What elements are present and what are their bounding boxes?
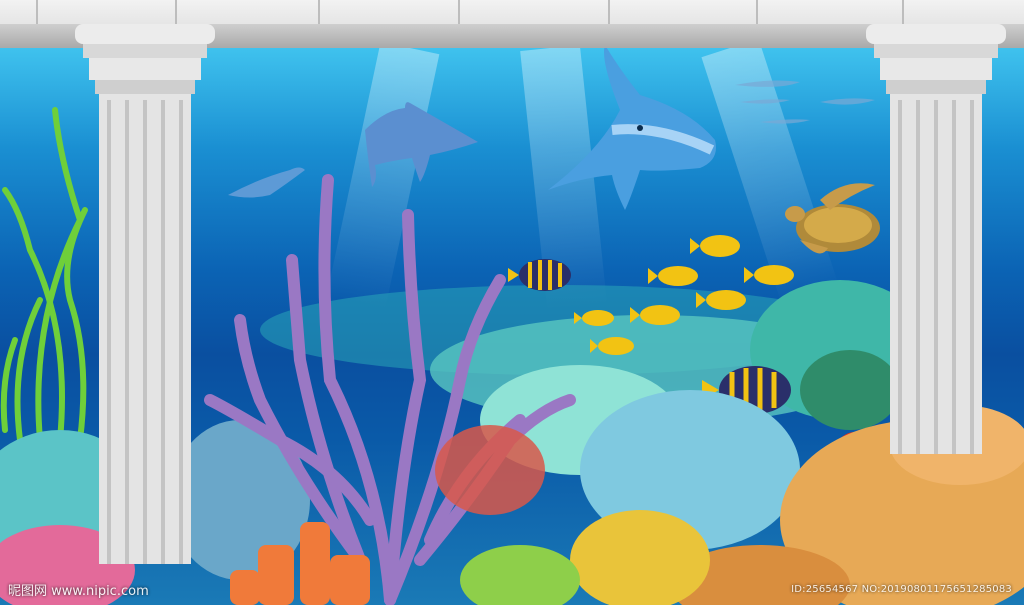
- greek-column-right: [866, 24, 1006, 454]
- distant-sharks: [735, 80, 875, 124]
- yellow-coral: [460, 510, 710, 605]
- sea-grass: [0, 107, 88, 443]
- image-id-label: ID:25654567 NO:20190801175651285083: [791, 584, 1012, 595]
- dolphin-large: [548, 45, 716, 210]
- site-watermark: 昵图网 www.nipic.com: [8, 584, 149, 599]
- dolphin-small: [228, 167, 305, 198]
- underwater-scene: 昵图网 www.nipic.com ID:25654567 NO:2019080…: [0, 0, 1024, 605]
- greek-column-left: [75, 24, 215, 564]
- dolphin-medium: [365, 102, 478, 187]
